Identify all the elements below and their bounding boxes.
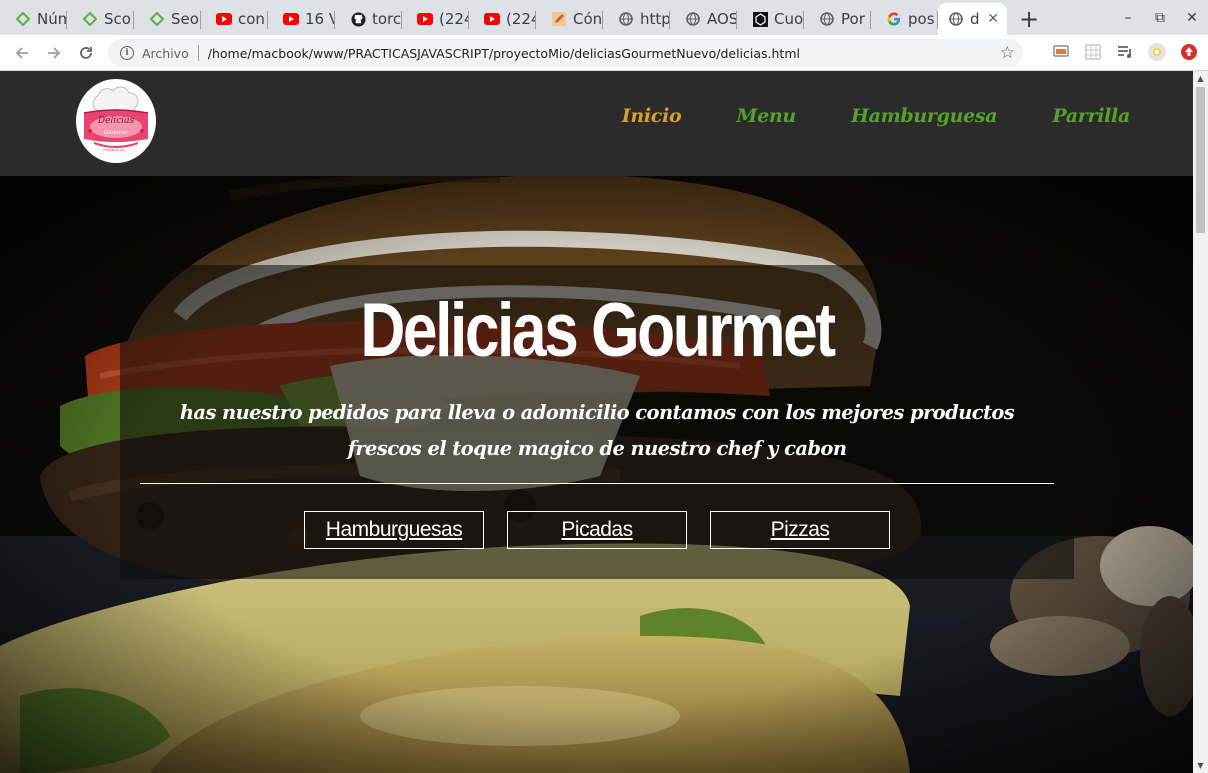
youtube-icon xyxy=(484,11,500,27)
youtube-icon xyxy=(417,11,433,27)
address-bar[interactable]: i Archivo /home/macbook/www/PRACTICASJAV… xyxy=(108,39,1023,67)
scheme-label: Archivo xyxy=(142,45,189,61)
youtube-icon xyxy=(216,11,232,27)
close-tab-icon[interactable]: ✕ xyxy=(987,11,999,27)
back-arrow-icon[interactable] xyxy=(6,37,38,69)
update-icon[interactable] xyxy=(1178,41,1200,63)
tab-title: con xyxy=(238,10,265,28)
menu-item-inicio[interactable]: Inicio xyxy=(622,105,682,127)
tab-3[interactable]: Seo xyxy=(134,3,201,35)
tab-strip: Núm Sco Seo con 16 V torc (224 (224 Cón http AOS Cu… xyxy=(0,0,1208,35)
tab-title: AOS xyxy=(707,10,737,28)
extension-icons xyxy=(1050,41,1200,63)
picadas-button[interactable]: Picadas xyxy=(507,511,687,549)
tab-title: d xyxy=(970,10,980,28)
logo-text-top: Delicias xyxy=(97,116,135,126)
menu-item-menu[interactable]: Menu xyxy=(736,105,796,127)
tab-title: pos xyxy=(908,10,935,28)
tab-title: Por xyxy=(841,10,865,28)
new-tab-button[interactable]: + xyxy=(1011,3,1047,35)
tab-title: Cón xyxy=(573,10,603,28)
tab-4[interactable]: con xyxy=(201,3,268,35)
site-logo[interactable]: Delicias Gourmet Pedidos al ... xyxy=(76,79,156,163)
tab-title: Seo xyxy=(171,10,199,28)
avatar-icon[interactable] xyxy=(1146,41,1168,63)
globe-icon xyxy=(948,11,964,27)
logo-text-bottom: Pedidos al ... xyxy=(103,147,129,152)
hero-overlay: Delicias Gourmet has nuestro pedidos par… xyxy=(120,265,1074,579)
url-text[interactable]: /home/macbook/www/PRACTICASJAVASCRIPT/pr… xyxy=(208,46,800,61)
menu-item-parrilla[interactable]: Parrilla xyxy=(1052,105,1130,127)
tab-13[interactable]: Por xyxy=(804,3,871,35)
tab-7[interactable]: (224 xyxy=(402,3,469,35)
cast-icon[interactable] xyxy=(1050,41,1072,63)
page-scrollbar[interactable]: ▲ ▼ xyxy=(1193,71,1208,773)
youtube-icon xyxy=(283,11,299,27)
scroll-thumb[interactable] xyxy=(1196,87,1205,233)
tab-8[interactable]: (224 xyxy=(469,3,536,35)
tab-6[interactable]: torc xyxy=(335,3,402,35)
divider xyxy=(197,45,199,61)
tab-title: Cuo xyxy=(774,10,804,28)
browser-toolbar: i Archivo /home/macbook/www/PRACTICASJAV… xyxy=(0,35,1208,71)
globe-icon xyxy=(618,11,634,27)
diamond-icon xyxy=(15,11,31,27)
tab-title: Sco xyxy=(104,10,131,28)
playlist-icon[interactable] xyxy=(1114,41,1136,63)
page-viewport: Delicias Gourmet Pedidos al ... Inicio M… xyxy=(0,71,1193,773)
grid-icon[interactable] xyxy=(1082,41,1104,63)
hero-title: Delicias Gourmet xyxy=(360,288,836,373)
globe-icon xyxy=(685,11,701,27)
tab-title: http xyxy=(640,10,670,28)
reload-icon[interactable] xyxy=(70,37,102,69)
forward-arrow-icon[interactable] xyxy=(38,37,70,69)
scroll-up-icon[interactable]: ▲ xyxy=(1193,71,1208,86)
tab-9[interactable]: Cón xyxy=(536,3,603,35)
tab-1[interactable]: Núm xyxy=(0,3,67,35)
tab-title: (224 xyxy=(506,10,536,28)
close-window-icon[interactable]: ✕ xyxy=(1176,0,1208,35)
restore-icon[interactable]: ⧉ xyxy=(1144,0,1176,35)
star-icon[interactable]: ☆ xyxy=(1000,43,1015,63)
minimize-icon[interactable]: – xyxy=(1112,0,1144,35)
main-menu: Inicio Menu Hamburguesa Parrilla xyxy=(622,105,1131,127)
hero-buttons: Hamburguesas Picadas Pizzas xyxy=(304,511,890,549)
tab-5[interactable]: 16 V xyxy=(268,3,335,35)
diamond-icon xyxy=(149,11,165,27)
divider xyxy=(140,483,1054,484)
pencil-icon xyxy=(551,11,567,27)
tab-14[interactable]: pos xyxy=(871,3,938,35)
info-icon[interactable]: i xyxy=(120,46,134,60)
menu-item-hamburguesa[interactable]: Hamburguesa xyxy=(851,105,998,127)
codepen-icon xyxy=(752,11,768,27)
logo-text-mid: Gourmet xyxy=(104,130,129,136)
tab-12[interactable]: Cuo xyxy=(737,3,804,35)
tab-title: (224 xyxy=(439,10,469,28)
hero-subtitle: has nuestro pedidos para lleva o adomici… xyxy=(179,401,1015,460)
scroll-down-icon[interactable]: ▼ xyxy=(1193,758,1208,773)
hero-section: Delicias Gourmet has nuestro pedidos par… xyxy=(0,176,1193,773)
tab-active[interactable]: d ✕ xyxy=(938,3,1007,35)
diamond-icon xyxy=(82,11,98,27)
github-icon xyxy=(350,11,366,27)
window-controls: – ⧉ ✕ xyxy=(1112,0,1208,35)
tab-title: Núm xyxy=(37,10,67,28)
hamburguesas-button[interactable]: Hamburguesas xyxy=(304,511,484,549)
tab-10[interactable]: http xyxy=(603,3,670,35)
google-icon xyxy=(886,11,902,27)
tab-list: Núm Sco Seo con 16 V torc (224 (224 Cón http AOS Cu… xyxy=(0,3,938,35)
pizzas-button[interactable]: Pizzas xyxy=(710,511,890,549)
tab-title: torc xyxy=(372,10,402,28)
tab-11[interactable]: AOS xyxy=(670,3,737,35)
tab-2[interactable]: Sco xyxy=(67,3,134,35)
globe-icon xyxy=(819,11,835,27)
tab-title: 16 V xyxy=(305,10,335,28)
site-navbar: Delicias Gourmet Pedidos al ... Inicio M… xyxy=(0,71,1193,176)
